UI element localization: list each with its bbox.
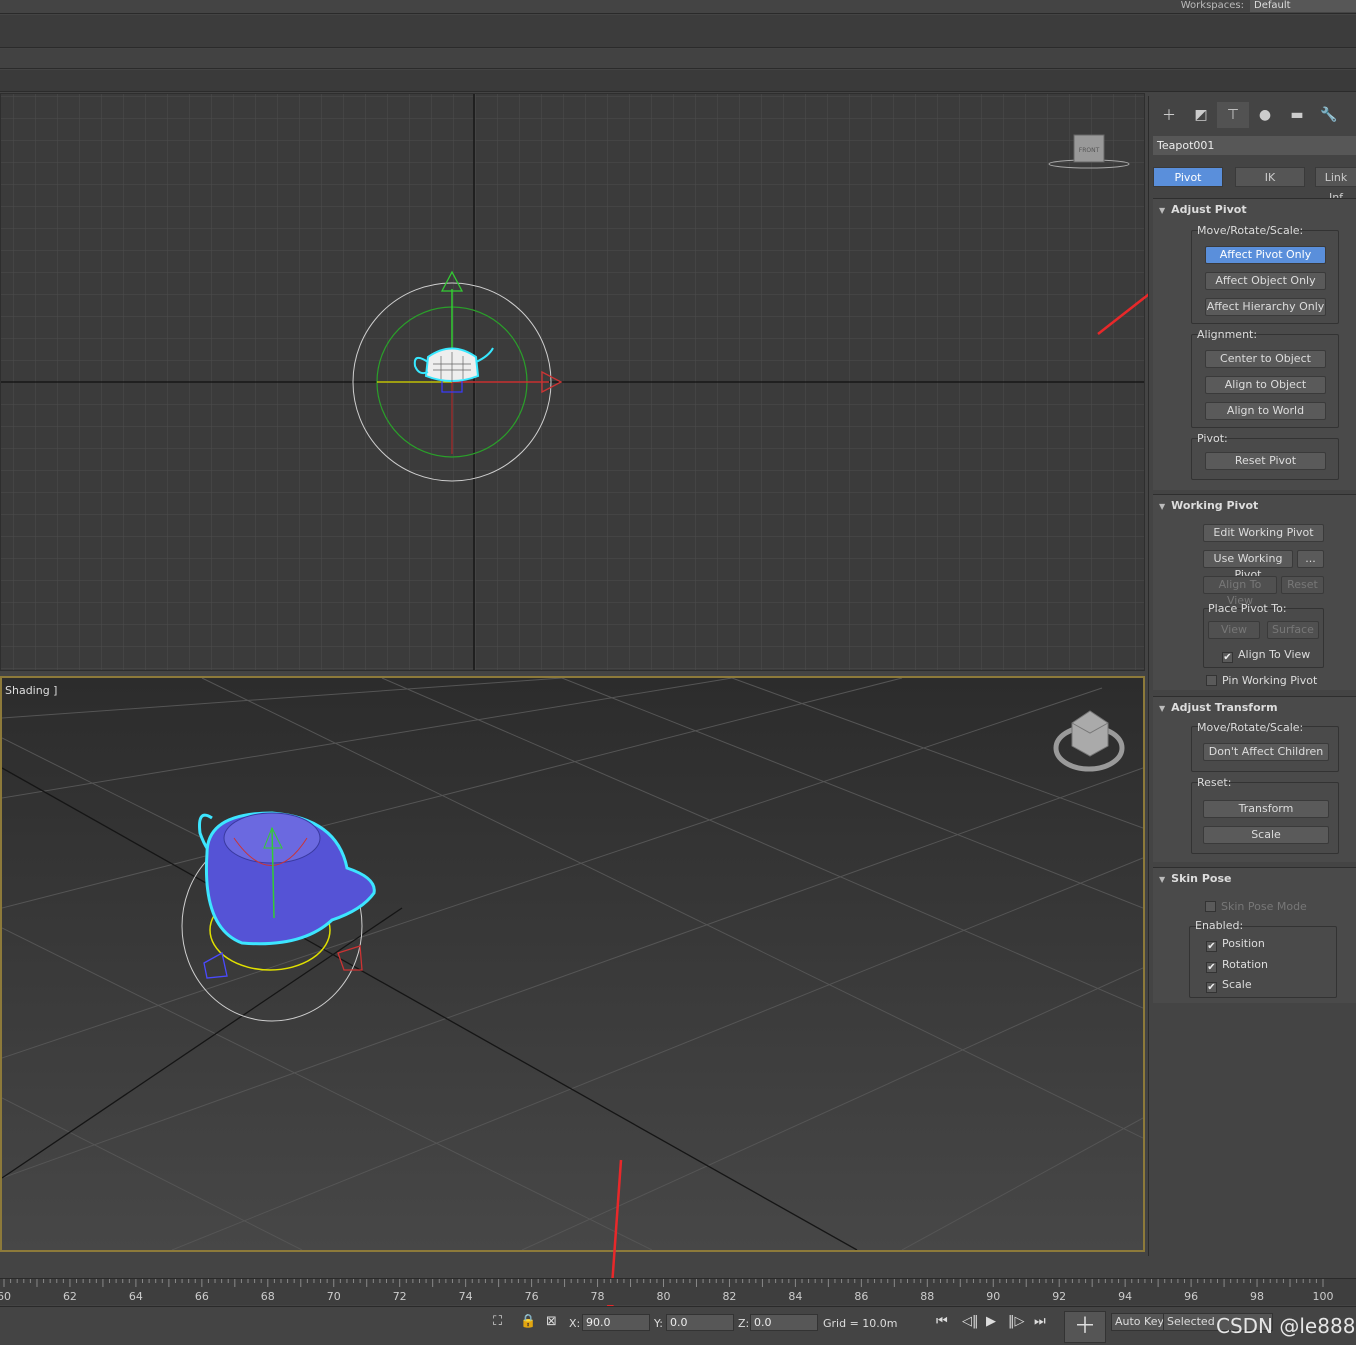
hierarchy-subtabs: Pivot IK Link Inf bbox=[1153, 167, 1356, 204]
timeline-tick-label: 100 bbox=[1312, 1290, 1334, 1303]
previous-frame-icon[interactable]: ◁‖ bbox=[962, 1314, 979, 1329]
x-label: X: bbox=[569, 1317, 581, 1330]
grid-size-readout: Grid = 10.0m bbox=[823, 1317, 898, 1330]
timeline-tick-label: 86 bbox=[854, 1290, 869, 1303]
y-label: Y: bbox=[654, 1317, 663, 1330]
object-name-field[interactable]: Teapot001 bbox=[1153, 136, 1356, 155]
timeline-tick-label: 72 bbox=[392, 1290, 407, 1303]
scale-checkbox[interactable]: ✔ Scale bbox=[1206, 978, 1252, 993]
timeline-tick-label: 96 bbox=[1184, 1290, 1199, 1303]
transform-move-label: Move/Rotate/Scale: bbox=[1197, 721, 1304, 734]
skin-pose-header[interactable]: ▼ Skin Pose bbox=[1159, 872, 1231, 885]
enabled-label: Enabled: bbox=[1195, 919, 1244, 932]
motion-icon[interactable]: ● bbox=[1249, 102, 1281, 128]
absolute-mode-icon[interactable]: ⊠ bbox=[546, 1314, 557, 1329]
timeline-tick-label: 94 bbox=[1118, 1290, 1133, 1303]
working-pivot-header[interactable]: ▼ Working Pivot bbox=[1159, 499, 1258, 512]
y-coordinate-field[interactable]: 0.0 bbox=[666, 1314, 734, 1331]
checkbox-unchecked bbox=[1206, 675, 1217, 686]
pivot-label: Pivot: bbox=[1197, 432, 1228, 445]
tab-pivot[interactable]: Pivot bbox=[1153, 167, 1223, 187]
affect-pivot-only-button[interactable]: Affect Pivot Only bbox=[1205, 246, 1326, 264]
center-to-object-button[interactable]: Center to Object bbox=[1205, 350, 1326, 368]
watermark-text: CSDN @le888 bbox=[1216, 1314, 1356, 1338]
reset-working-pivot-button[interactable]: Reset bbox=[1281, 576, 1324, 594]
command-panel-tabs: ＋ ◩ ⊤ ● ▬ 🔧 bbox=[1153, 102, 1356, 128]
timeline-tick-label: 78 bbox=[590, 1290, 605, 1303]
skin-pose-rollout: ▼ Skin Pose Skin Pose Mode Enabled: ✔ Posi… bbox=[1153, 867, 1356, 1003]
alignment-label: Alignment: bbox=[1197, 328, 1258, 341]
isolate-selection-icon[interactable]: ⛶ bbox=[493, 1314, 502, 1329]
checkbox-checked: ✔ bbox=[1222, 652, 1233, 663]
align-to-view-checkbox[interactable]: ✔ Align To View bbox=[1222, 648, 1310, 663]
go-to-end-icon[interactable]: ⏭ bbox=[1034, 1314, 1046, 1329]
reset-transform-button[interactable]: Transform bbox=[1203, 800, 1329, 818]
adjust-pivot-rollout: ▼ Adjust Pivot Move/Rotate/Scale: Affect … bbox=[1153, 198, 1356, 490]
timeline-tick-label: 80 bbox=[656, 1290, 671, 1303]
display-icon[interactable]: ▬ bbox=[1281, 102, 1313, 128]
auto-key-button[interactable]: Auto Key bbox=[1111, 1313, 1168, 1331]
timeline-tick-label: 82 bbox=[722, 1290, 737, 1303]
go-to-start-icon[interactable]: ⏮ bbox=[936, 1314, 948, 1329]
edit-working-pivot-button[interactable]: Edit Working Pivot bbox=[1203, 524, 1324, 542]
checkbox-unchecked bbox=[1205, 901, 1216, 912]
checkbox-checked: ✔ bbox=[1206, 941, 1217, 952]
reset-scale-button[interactable]: Scale bbox=[1203, 826, 1329, 844]
timeline-tick-label: 68 bbox=[260, 1290, 275, 1303]
set-key-icon[interactable]: ＋ bbox=[1064, 1311, 1106, 1343]
timeline-tick-label: 74 bbox=[458, 1290, 473, 1303]
timeline-tick-label: 66 bbox=[194, 1290, 209, 1303]
timeline-tick-label: 90 bbox=[986, 1290, 1001, 1303]
timeline-tick-label: 84 bbox=[788, 1290, 803, 1303]
timeline-tick-label: 62 bbox=[62, 1290, 77, 1303]
timeline-tick-label: 60 bbox=[0, 1290, 11, 1303]
tab-ik[interactable]: IK bbox=[1235, 167, 1305, 187]
modify-icon[interactable]: ◩ bbox=[1185, 102, 1217, 128]
affect-hierarchy-only-button[interactable]: Affect Hierarchy Only bbox=[1205, 298, 1326, 316]
working-pivot-rollout: ▼ Working Pivot Edit Working Pivot Use Wo… bbox=[1153, 494, 1356, 690]
checkbox-checked: ✔ bbox=[1206, 982, 1217, 993]
timeline-tick-label: 70 bbox=[326, 1290, 341, 1303]
play-icon[interactable]: ▶ bbox=[986, 1314, 996, 1329]
timeline-tick-label: 64 bbox=[128, 1290, 143, 1303]
command-panel: ＋ ◩ ⊤ ● ▬ 🔧 Teapot001 Pivot IK Link Inf … bbox=[1148, 96, 1356, 1256]
place-surface-button[interactable]: Surface bbox=[1267, 621, 1319, 639]
pin-working-pivot-checkbox[interactable]: Pin Working Pivot bbox=[1206, 674, 1317, 687]
affect-object-only-button[interactable]: Affect Object Only bbox=[1205, 272, 1326, 290]
position-checkbox[interactable]: ✔ Position bbox=[1206, 937, 1265, 952]
working-pivot-options-button[interactable]: ... bbox=[1297, 550, 1324, 568]
adjust-pivot-header[interactable]: ▼ Adjust Pivot bbox=[1159, 203, 1247, 216]
move-rotate-scale-label: Move/Rotate/Scale: bbox=[1197, 224, 1304, 237]
adjust-transform-header[interactable]: ▼ Adjust Transform bbox=[1159, 701, 1278, 714]
checkbox-checked: ✔ bbox=[1206, 962, 1217, 973]
align-to-object-button[interactable]: Align to Object bbox=[1205, 376, 1326, 394]
adjust-transform-rollout: ▼ Adjust Transform Move/Rotate/Scale: Don… bbox=[1153, 696, 1356, 862]
create-icon[interactable]: ＋ bbox=[1153, 102, 1185, 128]
z-label: Z: bbox=[738, 1317, 750, 1330]
timeline-tick-label: 88 bbox=[920, 1290, 935, 1303]
align-to-world-button[interactable]: Align to World bbox=[1205, 402, 1326, 420]
hierarchy-icon[interactable]: ⊤ bbox=[1217, 102, 1249, 128]
rotation-checkbox[interactable]: ✔ Rotation bbox=[1206, 958, 1268, 973]
timeline-tick-label: 92 bbox=[1052, 1290, 1067, 1303]
next-frame-icon[interactable]: ‖▷ bbox=[1008, 1314, 1025, 1329]
use-working-pivot-button[interactable]: Use Working Pivot bbox=[1203, 550, 1293, 581]
dont-affect-children-button[interactable]: Don't Affect Children bbox=[1203, 743, 1329, 761]
timeline-tick-label: 98 bbox=[1250, 1290, 1265, 1303]
z-coordinate-field[interactable]: 0.0 bbox=[750, 1314, 818, 1331]
utilities-icon[interactable]: 🔧 bbox=[1313, 102, 1345, 128]
place-view-button[interactable]: View bbox=[1208, 621, 1260, 639]
place-pivot-label: Place Pivot To: bbox=[1208, 602, 1287, 615]
tab-link-info[interactable]: Link Inf bbox=[1315, 167, 1356, 204]
x-coordinate-field[interactable]: 90.0 bbox=[582, 1314, 650, 1331]
skin-pose-mode-checkbox[interactable]: Skin Pose Mode bbox=[1205, 900, 1307, 913]
reset-label: Reset: bbox=[1197, 776, 1232, 789]
reset-pivot-button[interactable]: Reset Pivot bbox=[1205, 452, 1326, 470]
lock-icon[interactable]: 🔒 bbox=[520, 1314, 536, 1329]
align-to-view-button[interactable]: Align To View bbox=[1203, 576, 1277, 607]
timeline-tick-label: 76 bbox=[524, 1290, 539, 1303]
